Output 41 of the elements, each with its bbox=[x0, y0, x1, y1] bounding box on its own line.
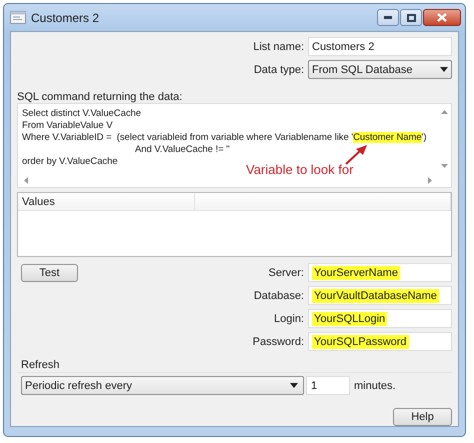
test-button[interactable]: Test bbox=[21, 264, 78, 282]
scroll-up-icon[interactable] bbox=[441, 110, 448, 114]
input-field[interactable]: YourSQLLogin bbox=[308, 309, 452, 328]
code-line: order by V.ValueCache bbox=[22, 156, 118, 168]
app-icon bbox=[10, 11, 26, 24]
input-field[interactable]: YourSQLPassword bbox=[308, 332, 452, 352]
maximize-icon bbox=[406, 14, 416, 22]
scroll-left-icon[interactable] bbox=[24, 177, 28, 184]
field-label: Database: bbox=[252, 290, 304, 302]
code-line: And V.ValueCache != '' bbox=[134, 144, 230, 156]
section-label: Refresh bbox=[20, 359, 61, 372]
minimize-icon bbox=[384, 16, 392, 19]
field-label: Login: bbox=[273, 312, 304, 325]
window-title: Customers 2 bbox=[31, 10, 100, 24]
section-label: SQL command returning the data: bbox=[17, 91, 184, 103]
close-icon bbox=[437, 13, 447, 22]
input-field[interactable]: 1 bbox=[306, 376, 350, 396]
caret-icon bbox=[290, 383, 298, 388]
annotation-text: Variable to look for bbox=[246, 162, 354, 177]
code-line: Where V.VariableID = (select variableid from variable where Variablename like 'Customer Name') bbox=[22, 132, 426, 144]
sql-editor[interactable] bbox=[17, 103, 452, 188]
code-line: Select distinct V.ValueCache bbox=[22, 108, 142, 120]
input-field[interactable]: Customers 2 bbox=[308, 37, 452, 56]
field-label: List name: bbox=[252, 40, 304, 52]
code-line: From VariableValue V bbox=[22, 120, 113, 132]
field-label: Server: bbox=[268, 266, 304, 279]
arrow-icon bbox=[344, 144, 368, 166]
unit-label: minutes. bbox=[354, 380, 396, 392]
field-label: Password: bbox=[252, 336, 304, 348]
maximize-button[interactable] bbox=[400, 9, 422, 26]
dropdown[interactable]: From SQL Database bbox=[308, 60, 452, 79]
caret-icon bbox=[440, 67, 448, 72]
help-button[interactable]: Help bbox=[393, 408, 452, 426]
scroll-down-icon[interactable] bbox=[441, 164, 448, 168]
scroll-right-icon[interactable] bbox=[428, 177, 432, 184]
minimize-button[interactable] bbox=[377, 9, 399, 26]
field-label: Data type: bbox=[252, 64, 304, 76]
input-field[interactable]: YourServerName bbox=[308, 263, 452, 282]
dropdown[interactable]: Periodic refresh every bbox=[21, 376, 304, 396]
close-button[interactable] bbox=[423, 9, 461, 26]
input-field[interactable]: YourVaultDatabaseName bbox=[308, 286, 452, 306]
